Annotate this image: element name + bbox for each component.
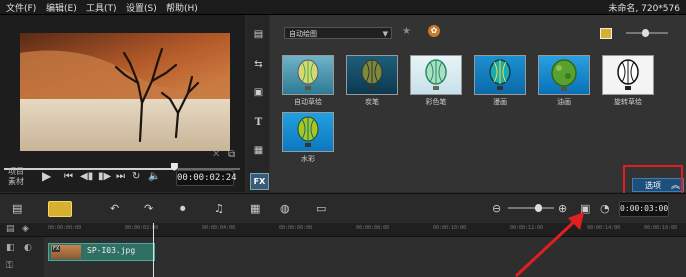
filter-label: 油画 (557, 98, 571, 106)
category-select[interactable]: 自动绘图 ▼ (284, 27, 392, 39)
media-icon[interactable]: ▤ (250, 27, 267, 42)
track-lock-icon[interactable]: ⚿ (6, 261, 13, 271)
highlight-box (623, 165, 683, 195)
scrubber-fill (4, 168, 174, 170)
library-tool-column: ▤ ⇆ ▣ T ▦ FX (247, 15, 269, 192)
track-manager-icon[interactable]: ▤ (6, 224, 15, 234)
filter-thumb-auto-sketch[interactable] (282, 55, 334, 95)
chapter-icon[interactable]: ◈ (22, 224, 29, 234)
zoom-out-icon[interactable]: ⊖ (492, 203, 501, 215)
view-mode-icon[interactable] (600, 28, 612, 39)
title-icon[interactable]: T (250, 115, 267, 130)
balloon-image (361, 59, 383, 90)
clip-name: SP-I03.jpg (87, 246, 136, 255)
copy-icon[interactable]: ⧉ (228, 150, 235, 160)
preview-timecode[interactable]: 00:00:02:24 (176, 170, 237, 186)
filter-thumb-charcoal[interactable] (346, 55, 398, 95)
filter-thumb-rotate-sketch[interactable] (602, 55, 654, 95)
graphic-icon[interactable]: ▦ (250, 143, 267, 158)
filter-label: 自动草绘 (294, 98, 322, 106)
menu-help[interactable]: 帮助(H) (166, 1, 198, 14)
ruler-tick: 00:00:08:00 (356, 225, 390, 231)
clip-fx-badge: FX (52, 246, 61, 252)
timeline-view-button[interactable] (48, 201, 72, 217)
category-value: 自动绘图 (289, 30, 317, 38)
clip-mode-label[interactable]: 素材 (8, 176, 24, 187)
storyboard-view-icon[interactable]: ▤ (12, 203, 22, 215)
step-back-icon[interactable]: ◀▮ (80, 172, 93, 182)
video-track-icon[interactable]: ◧ (6, 243, 15, 253)
filter-label: 漫画 (493, 98, 507, 106)
balloon-image (489, 59, 511, 90)
thumb-size-slider[interactable] (626, 29, 668, 37)
step-forward-icon[interactable]: ▮▶ (98, 172, 111, 182)
chevron-down-icon: ▼ (382, 30, 388, 38)
preview-panel: ✕ ⧉ 项目 素材 ▶ ⏮ ◀▮ ▮▶ ⏭ ↻ 🔈 (0, 15, 245, 192)
balloon-image (297, 59, 319, 90)
filter-label: 水彩 (301, 155, 315, 163)
play-icon[interactable]: ▶ (42, 170, 51, 182)
filter-thumb-oil-paint[interactable] (538, 55, 590, 95)
motion-tracking-icon[interactable]: ◍ (280, 203, 290, 215)
balloon-image (297, 116, 319, 147)
zoom-slider[interactable] (508, 204, 554, 212)
menu-settings[interactable]: 设置(S) (126, 1, 157, 14)
online-content-icon[interactable]: ✿ (428, 25, 440, 37)
ruler-tick: 00:00:16:00 (644, 225, 678, 231)
library-panel: 自动绘图 ▼ ★ ✿ 自动草绘 炭笔 彩色笔 漫画 油画 旋转草绘 水彩 选项 … (270, 15, 686, 195)
undo-icon[interactable]: ↶ (110, 203, 119, 215)
thumb-size-knob[interactable] (642, 29, 649, 37)
transition-icon[interactable]: ⇆ (250, 57, 267, 72)
filter-fx-icon[interactable]: FX (250, 173, 269, 190)
ruler-tick: 00:00:00:00 (48, 225, 82, 231)
preview-image (20, 33, 230, 151)
balloon-image (425, 59, 447, 90)
menu-edit[interactable]: 编辑(E) (46, 1, 77, 14)
ruler-tick: 00:00:14:00 (587, 225, 621, 231)
red-arrow-annotation (514, 212, 584, 277)
filter-label: 彩色笔 (425, 98, 447, 106)
track-header: ◧ ◐ ⚿ (0, 237, 44, 277)
filter-thumb-color-pen[interactable] (410, 55, 462, 95)
go-end-icon[interactable]: ⏭ (116, 172, 125, 182)
subtitle-editor-icon[interactable]: ▭ (316, 203, 326, 215)
clip-thumbnail: FX (51, 245, 81, 259)
track-visibility-icon[interactable]: ◐ (24, 243, 32, 253)
instant-project-icon[interactable]: ▣ (250, 85, 267, 100)
clock-icon[interactable]: ◔ (600, 203, 610, 215)
timeline-clip[interactable]: FX SP-I03.jpg (48, 243, 155, 261)
menu-file[interactable]: 文件(F) (6, 1, 36, 14)
favorite-filter-icon[interactable]: ★ (402, 26, 411, 37)
filter-thumb-watercolor[interactable] (282, 112, 334, 152)
preview-video (20, 33, 230, 151)
project-info: 未命名, 720*576 (608, 4, 680, 14)
ruler-tick: 00:00:04:00 (202, 225, 236, 231)
menu-bar: 文件(F) 编辑(E) 工具(T) 设置(S) 帮助(H) 未命名, 720*5… (0, 0, 686, 15)
filter-label: 旋转草绘 (614, 98, 642, 106)
redo-icon[interactable]: ↷ (144, 203, 153, 215)
record-capture-icon[interactable]: ⏺ (180, 203, 186, 215)
close-icon[interactable]: ✕ (212, 150, 220, 160)
sound-mixer-icon[interactable]: ♫ (214, 203, 224, 215)
repeat-icon[interactable]: ↻ (132, 172, 140, 182)
menu-tools[interactable]: 工具(T) (86, 1, 117, 14)
ruler-tick: 00:00:10:00 (433, 225, 467, 231)
balloon-image (551, 59, 577, 91)
filter-thumb-comic[interactable] (474, 55, 526, 95)
auto-music-icon[interactable]: ▦ (250, 203, 260, 215)
balloon-image (617, 59, 639, 90)
ruler-tick: 00:00:06:00 (279, 225, 313, 231)
timeline-timecode[interactable]: 0:00:03:00 (619, 201, 669, 217)
playhead[interactable] (153, 223, 154, 277)
volume-icon[interactable]: 🔈 (148, 172, 160, 182)
go-start-icon[interactable]: ⏮ (64, 172, 73, 182)
filter-label: 炭笔 (365, 98, 379, 106)
